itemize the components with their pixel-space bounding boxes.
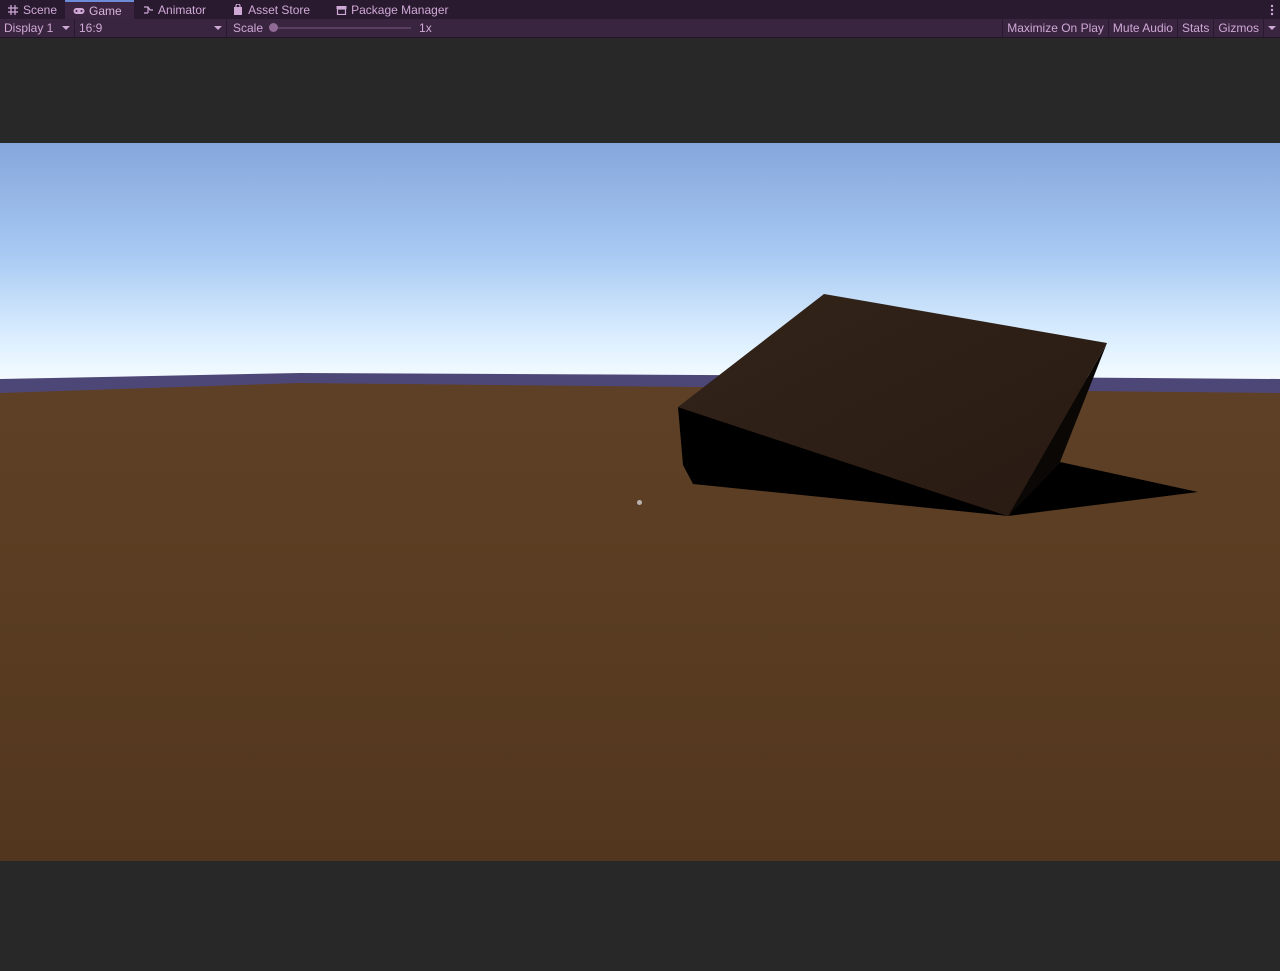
scale-label: Scale bbox=[233, 21, 264, 35]
chevron-down-icon bbox=[214, 26, 222, 30]
aspect-dropdown[interactable]: 16:9 bbox=[75, 19, 227, 37]
tab-label: Scene bbox=[23, 2, 58, 17]
tab-package-manager[interactable]: Package Manager bbox=[318, 0, 456, 19]
tab-game[interactable]: Game bbox=[65, 0, 135, 19]
ground-plane bbox=[0, 383, 1280, 861]
tab-asset-store[interactable]: Asset Store bbox=[214, 0, 318, 19]
scale-slider[interactable] bbox=[269, 23, 412, 32]
package-icon bbox=[335, 4, 347, 16]
chevron-down-icon bbox=[1268, 26, 1276, 30]
kebab-menu-icon[interactable] bbox=[1264, 0, 1280, 19]
game-viewport[interactable] bbox=[0, 143, 1280, 861]
chevron-down-icon bbox=[62, 26, 70, 30]
editor-tab-bar: Scene Game Animator Asset Store Package … bbox=[0, 0, 1280, 19]
maximize-label: Maximize On Play bbox=[1007, 21, 1104, 35]
tab-label: Game bbox=[89, 3, 122, 18]
gizmos-dropdown[interactable] bbox=[1263, 19, 1280, 37]
mute-audio-button[interactable]: Mute Audio bbox=[1107, 19, 1177, 37]
gizmos-label: Gizmos bbox=[1218, 21, 1259, 35]
stats-label: Stats bbox=[1181, 21, 1210, 35]
tab-label: Package Manager bbox=[351, 2, 449, 17]
scale-control: Scale 1x bbox=[227, 19, 438, 37]
display-dropdown[interactable]: Display 1 bbox=[0, 19, 75, 37]
mute-label: Mute Audio bbox=[1112, 21, 1173, 35]
crosshair-dot bbox=[637, 500, 642, 505]
aspect-label: 16:9 bbox=[79, 21, 103, 35]
stats-button[interactable]: Stats bbox=[1176, 19, 1213, 37]
grid-icon bbox=[7, 4, 19, 16]
tab-animator[interactable]: Animator bbox=[134, 0, 214, 19]
gamepad-icon bbox=[73, 5, 85, 17]
tab-label: Animator bbox=[158, 2, 207, 17]
display-label: Display 1 bbox=[4, 21, 54, 35]
game-view-toolbar: Display 1 16:9 Scale 1x Maximize On Play… bbox=[0, 19, 1280, 38]
toolbar-right-group: Maximize On Play Mute Audio Stats Gizmos bbox=[1002, 19, 1280, 37]
scale-slider-handle[interactable] bbox=[269, 23, 279, 32]
scale-value: 1x bbox=[419, 21, 432, 35]
animator-icon bbox=[142, 4, 154, 16]
gizmos-button[interactable]: Gizmos bbox=[1213, 19, 1263, 37]
shopping-bag-icon bbox=[232, 4, 244, 16]
maximize-on-play-button[interactable]: Maximize On Play bbox=[1002, 19, 1108, 37]
tab-label: Asset Store bbox=[248, 2, 311, 17]
tab-scene[interactable]: Scene bbox=[0, 0, 65, 19]
